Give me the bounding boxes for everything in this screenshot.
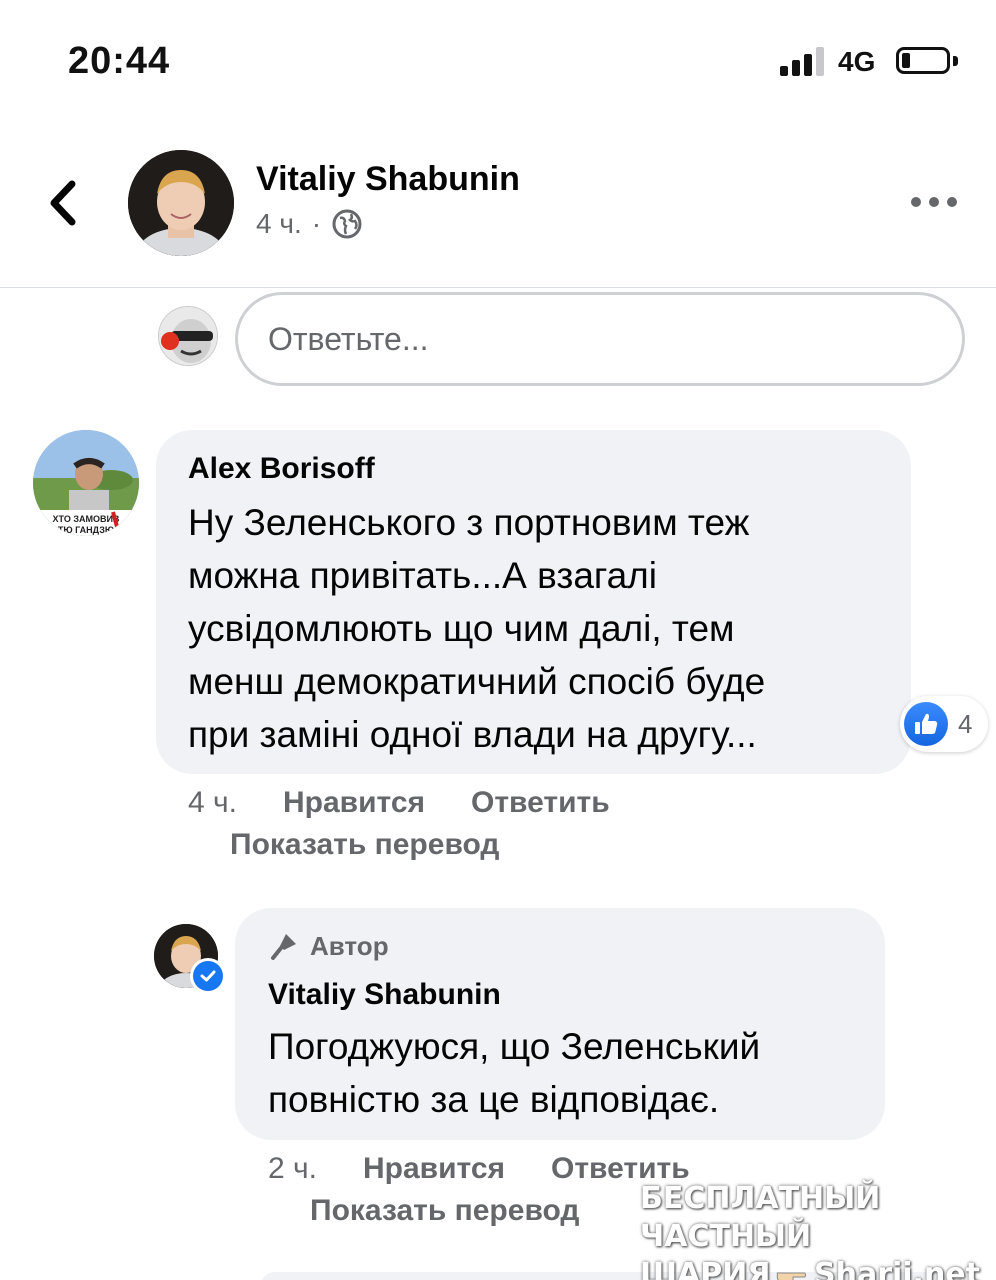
watermark-line: ШАРИЯ — [640, 1257, 771, 1280]
comment-line: менш демократичний спосіб буде — [188, 661, 766, 702]
comment-time[interactable]: 4 ч. — [188, 786, 237, 820]
author-badge: Автор — [268, 930, 389, 962]
comment-line: Погоджуюся, що Зеленський — [268, 1026, 761, 1067]
comment-line: повністю за це відповідає. — [268, 1079, 720, 1120]
like-button[interactable]: Нравится — [363, 1152, 505, 1186]
reply-author[interactable]: Vitaliy Shabunin — [268, 978, 501, 1012]
comment-line: усвідомлюють що чим далі, тем — [188, 608, 735, 649]
post-header: Vitaliy Shabunin 4 ч. · — [0, 130, 996, 288]
network-type: 4G — [838, 46, 876, 77]
thumbs-up-icon — [904, 702, 948, 746]
author-badge-label: Автор — [310, 930, 389, 961]
chevron-left-icon — [50, 180, 76, 226]
comment-line: при заміні одної влади на другу... — [188, 714, 757, 755]
comment-text: Ну Зеленського з портновим теж можна при… — [188, 496, 765, 761]
cellular-signal-icon — [780, 46, 828, 76]
svg-text:ХТО ЗАМОВИВ: ХТО ЗАМОВИВ — [53, 514, 120, 524]
post-timestamp: 4 ч. — [256, 208, 302, 239]
reaction-summary[interactable]: 4 — [900, 696, 989, 752]
reply-composer — [0, 290, 996, 390]
verified-badge-icon — [190, 958, 226, 994]
watermark-line: БЕСПЛАТНЫЙ ЧАСТНЫЙ — [640, 1181, 881, 1254]
comment-line: Ну Зеленського з портновим теж — [188, 502, 750, 543]
reply-button[interactable]: Ответить — [471, 786, 610, 820]
reply-input[interactable] — [235, 292, 965, 386]
back-button[interactable] — [42, 178, 86, 228]
current-user-avatar — [158, 306, 218, 366]
commenter-avatar[interactable]: ХТО ЗАМОВИВ ТЮ ГАНДЗЮ — [33, 430, 139, 536]
author-avatar[interactable] — [128, 150, 234, 256]
reaction-count: 4 — [958, 708, 973, 739]
reply-text: Погоджуюся, що Зеленський повністю за це… — [268, 1020, 760, 1126]
more-dots-icon — [911, 197, 957, 207]
svg-text:ТЮ ГАНДЗЮ: ТЮ ГАНДЗЮ — [58, 525, 114, 535]
post-meta: 4 ч. · — [256, 208, 363, 240]
watermark: БЕСПЛАТНЫЙ ЧАСТНЫЙ ШАРИЯ Sharij.net — [640, 1180, 980, 1280]
like-button[interactable]: Нравится — [283, 786, 425, 820]
globe-icon — [332, 209, 362, 239]
watermark-line: Sharij.net — [813, 1257, 980, 1280]
comment-actions: 4 ч. Нравится Ответить — [188, 786, 656, 820]
comment-bubble: Alex Borisoff Ну Зеленського з портновим… — [156, 430, 911, 774]
meta-separator: · — [311, 208, 322, 239]
show-translation-link[interactable]: Показать перевод — [230, 828, 499, 862]
battery-icon — [896, 47, 950, 74]
comment-author[interactable]: Alex Borisoff — [188, 452, 375, 486]
reply-time[interactable]: 2 ч. — [268, 1152, 317, 1186]
post-author-name[interactable]: Vitaliy Shabunin — [256, 160, 520, 199]
show-translation-link[interactable]: Показать перевод — [310, 1194, 579, 1228]
more-options-button[interactable] — [910, 190, 958, 214]
microphone-icon — [271, 934, 296, 960]
comment-line: можна привітать...А взагалі — [188, 555, 657, 596]
pointing-hand-icon — [777, 1272, 807, 1280]
status-bar: 20:44 4G — [0, 0, 996, 120]
status-time: 20:44 — [68, 40, 171, 82]
battery-tip — [953, 56, 958, 66]
